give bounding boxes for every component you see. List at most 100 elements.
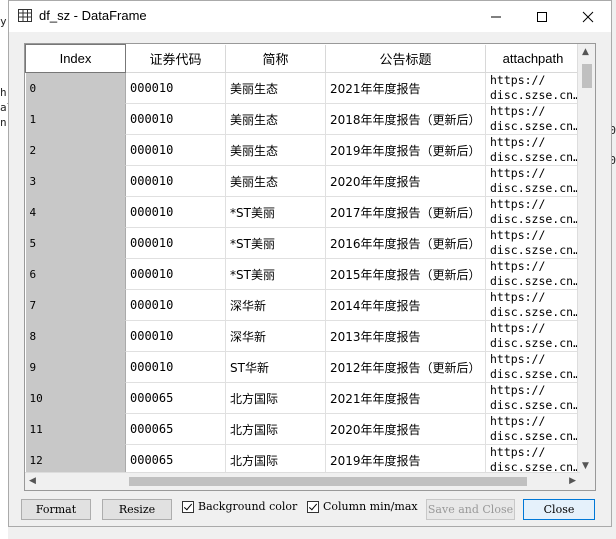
cell-code[interactable]: 000010 bbox=[125, 351, 226, 383]
cell-title[interactable]: 2016年年度报告（更新后） bbox=[325, 227, 486, 259]
cell-name[interactable]: *ST美丽 bbox=[225, 196, 326, 228]
scroll-up-icon[interactable]: ▲ bbox=[582, 47, 589, 57]
column-header-code[interactable]: 证券代码 bbox=[125, 44, 226, 73]
cell-attachpath[interactable]: https://disc.szse.cn… bbox=[485, 351, 582, 383]
vertical-scrollbar[interactable]: ▲ ▼ bbox=[577, 44, 595, 474]
table-row[interactable]: 8 000010 深华新 2013年年度报告 https://disc.szse.cn… bbox=[25, 320, 582, 352]
cell-index[interactable]: 6 bbox=[25, 258, 126, 290]
cell-title[interactable]: 2019年年度报告（更新后） bbox=[325, 134, 486, 166]
cell-name[interactable]: 美丽生态 bbox=[225, 103, 326, 135]
scroll-down-icon[interactable]: ▼ bbox=[582, 461, 589, 471]
cell-name[interactable]: 美丽生态 bbox=[225, 165, 326, 197]
close-window-button[interactable] bbox=[565, 1, 611, 32]
cell-attachpath[interactable]: https://disc.szse.cn… bbox=[485, 196, 582, 228]
cell-title[interactable]: 2020年年度报告 bbox=[325, 413, 486, 445]
table-row[interactable]: 9 000010 ST华新 2012年年度报告（更新后） https://disc.sz… bbox=[25, 351, 582, 383]
cell-attachpath[interactable]: https://disc.szse.cn… bbox=[485, 382, 582, 414]
scroll-left-icon[interactable]: ◀ bbox=[29, 476, 36, 486]
cell-index[interactable]: 3 bbox=[25, 165, 126, 197]
cell-name[interactable]: 深华新 bbox=[225, 320, 326, 352]
table-row[interactable]: 3 000010 美丽生态 2020年年度报告 https://disc.szse.cn… bbox=[25, 165, 582, 197]
cell-index[interactable]: 8 bbox=[25, 320, 126, 352]
cell-name[interactable]: 美丽生态 bbox=[225, 72, 326, 104]
cell-title[interactable]: 2013年年度报告 bbox=[325, 320, 486, 352]
cell-code[interactable]: 000065 bbox=[125, 382, 226, 414]
cell-index[interactable]: 10 bbox=[25, 382, 126, 414]
table-row[interactable]: 10 000065 北方国际 2021年年度报告 https://disc.szse.c… bbox=[25, 382, 582, 414]
cell-code[interactable]: 000010 bbox=[125, 134, 226, 166]
cell-title[interactable]: 2014年年度报告 bbox=[325, 289, 486, 321]
cell-attachpath[interactable]: https://disc.szse.cn… bbox=[485, 103, 582, 135]
cell-title[interactable]: 2021年年度报告 bbox=[325, 72, 486, 104]
checkbox-checked-icon[interactable] bbox=[307, 500, 319, 513]
horizontal-scrollbar[interactable]: ◀ ▶ bbox=[25, 472, 580, 490]
cell-attachpath[interactable]: https://disc.szse.cn… bbox=[485, 227, 582, 259]
cell-index[interactable]: 1 bbox=[25, 103, 126, 135]
cell-index[interactable]: 12 bbox=[25, 444, 126, 476]
cell-title[interactable]: 2021年年度报告 bbox=[325, 382, 486, 414]
maximize-button[interactable] bbox=[519, 1, 565, 32]
cell-attachpath[interactable]: https://disc.szse.cn… bbox=[485, 320, 582, 352]
table-row[interactable]: 5 000010 *ST美丽 2016年年度报告（更新后） https://disc.s… bbox=[25, 227, 582, 259]
cell-attachpath[interactable]: https://disc.szse.cn… bbox=[485, 134, 582, 166]
cell-name[interactable]: *ST美丽 bbox=[225, 227, 326, 259]
background-color-checkbox[interactable]: Background color bbox=[182, 500, 297, 513]
cell-code[interactable]: 000010 bbox=[125, 103, 226, 135]
cell-name[interactable]: 深华新 bbox=[225, 289, 326, 321]
cell-code[interactable]: 000065 bbox=[125, 444, 226, 476]
cell-attachpath[interactable]: https://disc.szse.cn… bbox=[485, 444, 582, 476]
cell-code[interactable]: 000010 bbox=[125, 227, 226, 259]
cell-title[interactable]: 2019年年度报告 bbox=[325, 444, 486, 476]
cell-title[interactable]: 2012年年度报告（更新后） bbox=[325, 351, 486, 383]
cell-code[interactable]: 000010 bbox=[125, 165, 226, 197]
cell-attachpath[interactable]: https://disc.szse.cn… bbox=[485, 413, 582, 445]
cell-name[interactable]: *ST美丽 bbox=[225, 258, 326, 290]
cell-name[interactable]: 北方国际 bbox=[225, 382, 326, 414]
cell-index[interactable]: 0 bbox=[25, 72, 126, 104]
cell-index[interactable]: 7 bbox=[25, 289, 126, 321]
cell-attachpath[interactable]: https://disc.szse.cn… bbox=[485, 258, 582, 290]
table-row[interactable]: 4 000010 *ST美丽 2017年年度报告（更新后） https://disc.s… bbox=[25, 196, 582, 228]
format-button[interactable]: Format bbox=[21, 499, 91, 520]
table-row[interactable]: 11 000065 北方国际 2020年年度报告 https://disc.szse.c… bbox=[25, 413, 582, 445]
column-header-index[interactable]: Index bbox=[25, 44, 126, 73]
cell-code[interactable]: 000010 bbox=[125, 320, 226, 352]
cell-name[interactable]: ST华新 bbox=[225, 351, 326, 383]
cell-attachpath[interactable]: https://disc.szse.cn… bbox=[485, 72, 582, 104]
cell-index[interactable]: 9 bbox=[25, 351, 126, 383]
minimize-button[interactable] bbox=[473, 1, 519, 32]
save-and-close-button[interactable]: Save and Close bbox=[426, 499, 515, 520]
cell-code[interactable]: 000010 bbox=[125, 72, 226, 104]
dataframe-grid[interactable]: Index 证券代码 简称 公告标题 attachpath 0 000010 美丽生… bbox=[24, 43, 596, 491]
table-row[interactable]: 12 000065 北方国际 2019年年度报告 https://disc.szse.c… bbox=[25, 444, 582, 476]
table-row[interactable]: 1 000010 美丽生态 2018年年度报告（更新后） https://disc.sz… bbox=[25, 103, 582, 135]
table-row[interactable]: 2 000010 美丽生态 2019年年度报告（更新后） https://disc.sz… bbox=[25, 134, 582, 166]
cell-index[interactable]: 2 bbox=[25, 134, 126, 166]
cell-attachpath[interactable]: https://disc.szse.cn… bbox=[485, 165, 582, 197]
cell-title[interactable]: 2017年年度报告（更新后） bbox=[325, 196, 486, 228]
cell-name[interactable]: 北方国际 bbox=[225, 413, 326, 445]
column-header-title[interactable]: 公告标题 bbox=[325, 44, 486, 73]
cell-code[interactable]: 000010 bbox=[125, 258, 226, 290]
cell-attachpath[interactable]: https://disc.szse.cn… bbox=[485, 289, 582, 321]
resize-button[interactable]: Resize bbox=[102, 499, 172, 520]
column-minmax-checkbox[interactable]: Column min/max bbox=[307, 500, 418, 513]
cell-code[interactable]: 000010 bbox=[125, 196, 226, 228]
cell-code[interactable]: 000010 bbox=[125, 289, 226, 321]
column-header-attachpath[interactable]: attachpath bbox=[485, 44, 582, 73]
table-row[interactable]: 0 000010 美丽生态 2021年年度报告 https://disc.szse.cn… bbox=[25, 72, 582, 104]
cell-name[interactable]: 北方国际 bbox=[225, 444, 326, 476]
cell-title[interactable]: 2020年年度报告 bbox=[325, 165, 486, 197]
scroll-right-icon[interactable]: ▶ bbox=[569, 476, 576, 486]
cell-index[interactable]: 5 bbox=[25, 227, 126, 259]
close-button[interactable]: Close bbox=[523, 499, 595, 520]
title-bar[interactable]: df_sz - DataFrame bbox=[9, 1, 611, 32]
cell-title[interactable]: 2018年年度报告（更新后） bbox=[325, 103, 486, 135]
cell-index[interactable]: 11 bbox=[25, 413, 126, 445]
cell-index[interactable]: 4 bbox=[25, 196, 126, 228]
column-header-name[interactable]: 简称 bbox=[225, 44, 326, 73]
cell-title[interactable]: 2015年年度报告（更新后） bbox=[325, 258, 486, 290]
cell-name[interactable]: 美丽生态 bbox=[225, 134, 326, 166]
cell-code[interactable]: 000065 bbox=[125, 413, 226, 445]
table-row[interactable]: 6 000010 *ST美丽 2015年年度报告（更新后） https://disc.s… bbox=[25, 258, 582, 290]
